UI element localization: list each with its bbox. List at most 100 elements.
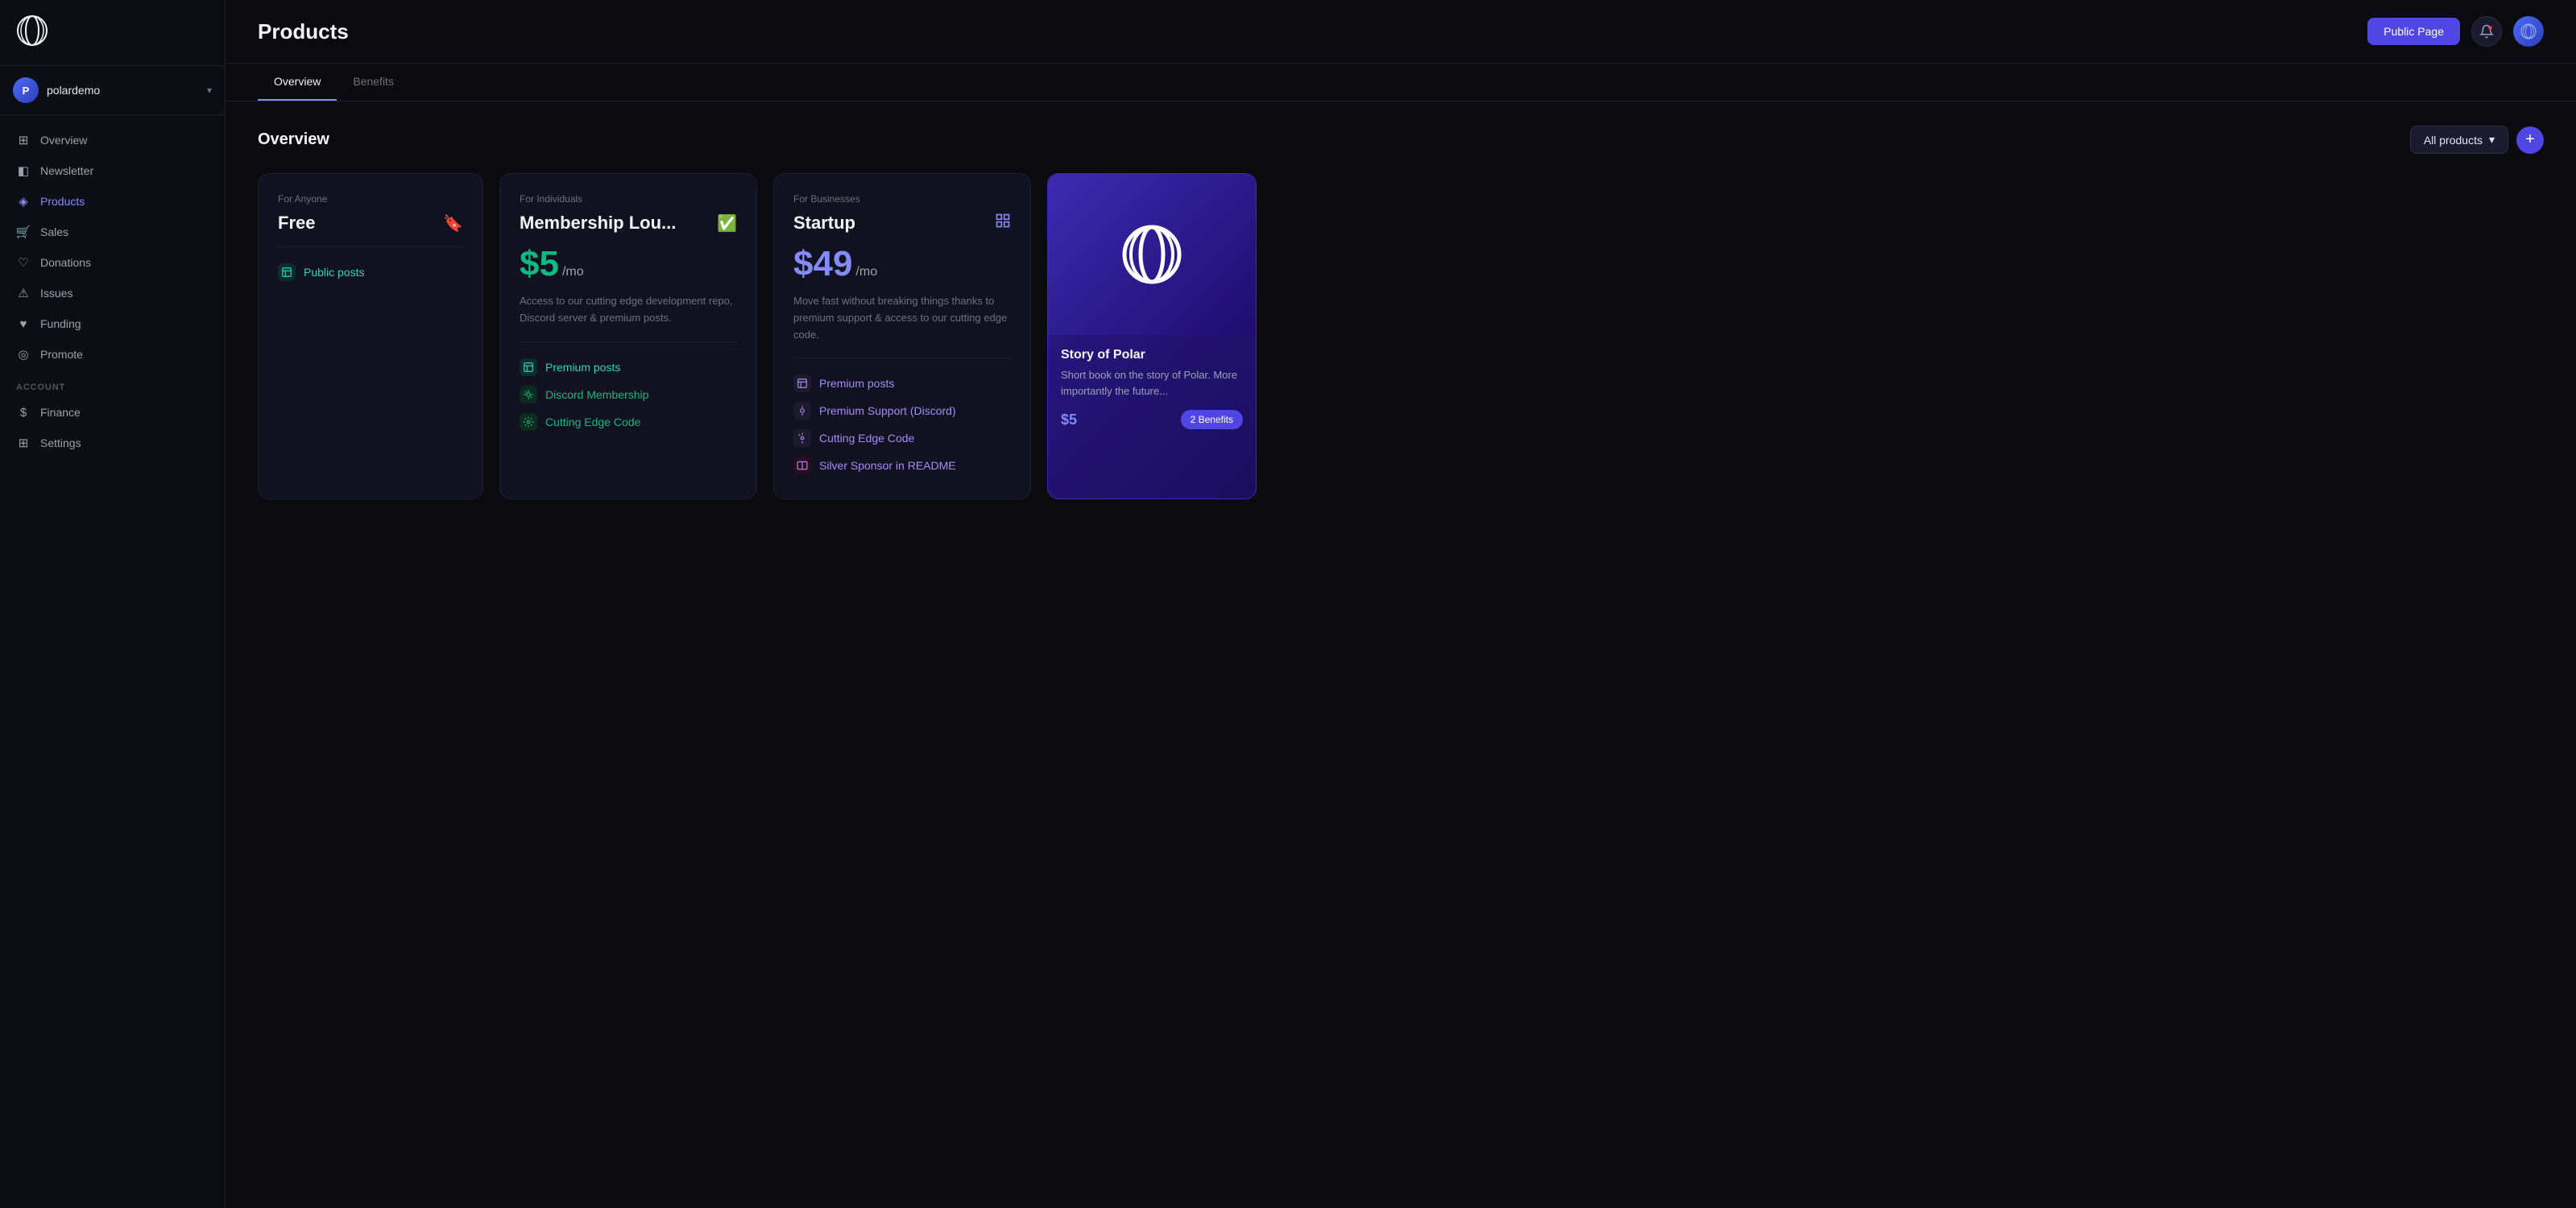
card-description-startup: Move fast without breaking things thanks… [793,293,1011,343]
story-price: $5 [1061,412,1077,428]
sidebar-item-label-funding: Funding [40,317,81,330]
benefit-icon-posts [278,263,296,281]
workspace-avatar: P [13,77,39,103]
benefit-icon-sponsor [793,457,811,474]
card-label-startup: For Businesses [793,193,1011,205]
verified-icon: ✅ [717,213,737,234]
story-polar-logo-icon [1120,222,1184,287]
price-unit-membership: /mo [562,265,584,279]
issues-nav-icon: ⚠ [16,286,31,300]
card-title-row-free: Free 🔖 [278,213,463,234]
newsletter-nav-icon: ◧ [16,163,31,178]
overview-nav-icon: ⊞ [16,133,31,147]
products-grid: For Anyone Free 🔖 Public posts For Indiv… [258,173,2544,499]
price-startup: $49 [793,246,852,282]
sidebar-logo-area [0,0,225,66]
sidebar-item-issues[interactable]: ⚠ Issues [0,278,225,308]
benefit-cutting-edge-2: Cutting Edge Code [793,424,1011,452]
section-title: Overview [258,130,329,149]
benefit-discord-membership: Discord Membership [520,381,737,408]
workspace-selector[interactable]: P polardemo ▾ [0,66,225,115]
settings-nav-icon: ⊞ [16,436,31,450]
account-section-label: ACCOUNT [0,370,225,397]
benefit-label: Public posts [304,266,364,279]
sidebar-item-funding[interactable]: ♥ Funding [0,308,225,339]
sidebar-item-label-newsletter: Newsletter [40,164,93,177]
sidebar-item-label-overview: Overview [40,134,87,147]
benefit-icon-prempost [520,358,537,376]
promote-nav-icon: ◎ [16,347,31,362]
benefit-icon-support [793,402,811,420]
sidebar-item-label-settings: Settings [40,436,81,449]
sidebar-item-finance[interactable]: $ Finance [0,397,225,428]
donations-nav-icon: ♡ [16,255,31,270]
main-content: Products Public Page OverviewBenefits [226,0,2576,1208]
sidebar-item-settings[interactable]: ⊞ Settings [0,428,225,458]
tab-benefits[interactable]: Benefits [337,64,410,101]
benefit-label-discord: Discord Membership [545,388,648,401]
price-membership: $5 [520,246,559,282]
sidebar-item-newsletter[interactable]: ◧ Newsletter [0,155,225,186]
user-avatar-button[interactable] [2513,16,2544,47]
benefit-public-posts: Public posts [278,259,463,286]
sidebar-item-promote[interactable]: ◎ Promote [0,339,225,370]
benefit-silver-sponsor: Silver Sponsor in README [793,452,1011,479]
benefit-premium-support: Premium Support (Discord) [793,397,1011,424]
card-title-row-membership: Membership Lou... ✅ [520,213,737,234]
benefit-cutting-edge-1: Cutting Edge Code [520,408,737,436]
sidebar-item-label-issues: Issues [40,287,72,300]
bell-icon [2479,24,2494,39]
header-actions: Public Page [2367,16,2544,47]
sidebar: P polardemo ▾ ⊞ Overview ◧ Newsletter ◈ … [0,0,226,1208]
price-row-membership: $5 /mo [520,246,737,282]
bookmark-icon: 🔖 [443,213,463,234]
story-card-footer: $5 2 Benefits [1061,410,1243,429]
product-card-story: Story of Polar Short book on the story o… [1047,173,1257,499]
product-card-free: For Anyone Free 🔖 Public posts [258,173,483,499]
grid-icon [995,213,1011,234]
filter-row: All products ▾ + [2410,126,2544,154]
benefit-label-startup-2: Premium Support (Discord) [819,404,956,417]
funding-nav-icon: ♥ [16,316,31,331]
sidebar-item-overview[interactable]: ⊞ Overview [0,125,225,155]
benefit-label-startup-4: Silver Sponsor in README [819,459,956,472]
products-nav-icon: ◈ [16,194,31,209]
product-card-startup: For Businesses Startup $49 /mo Move fast… [773,173,1031,499]
price-row-startup: $49 /mo [793,246,1011,282]
content-area: Overview All products ▾ + For Anyone Fre… [226,101,2576,1208]
sidebar-item-label-donations: Donations [40,256,91,269]
benefit-label-startup-3: Cutting Edge Code [819,432,914,445]
benefit-label-startup-1: Premium posts [819,377,894,390]
sidebar-item-donations[interactable]: ♡ Donations [0,247,225,278]
story-card-title: Story of Polar [1061,348,1243,362]
story-card-description: Short book on the story of Polar. More i… [1061,367,1243,399]
benefit-icon-discord [520,386,537,403]
benefit-icon-code-1 [520,413,537,431]
price-unit-startup: /mo [855,265,877,279]
sidebar-item-sales[interactable]: 🛒 Sales [0,217,225,247]
public-page-button[interactable]: Public Page [2367,18,2460,45]
story-card-body: Story of Polar Short book on the story o… [1048,335,1256,442]
filter-chevron-icon: ▾ [2489,133,2495,147]
sidebar-item-label-products: Products [40,195,85,208]
add-product-button[interactable]: + [2516,126,2544,154]
polar-logo-icon [16,14,48,47]
card-description-membership: Access to our cutting edge development r… [520,293,737,327]
all-products-filter[interactable]: All products ▾ [2410,126,2508,154]
sidebar-item-products[interactable]: ◈ Products [0,186,225,217]
card-title-free: Free [278,213,315,234]
page-title: Products [258,19,349,44]
section-header: Overview All products ▾ + [258,126,2544,154]
benefit-label-1: Premium posts [545,361,620,374]
benefit-icon-prempost-2 [793,374,811,392]
card-label-membership: For Individuals [520,193,737,205]
card-title-startup: Startup [793,213,855,234]
product-card-membership: For Individuals Membership Lou... ✅ $5 /… [499,173,757,499]
card-label-free: For Anyone [278,193,463,205]
tab-overview[interactable]: Overview [258,64,337,101]
benefit-label-code-1: Cutting Edge Code [545,416,640,428]
benefits-badge[interactable]: 2 Benefits [1181,410,1243,429]
sidebar-item-label-sales: Sales [40,225,68,238]
notifications-button[interactable] [2471,16,2502,47]
user-avatar-icon [2520,23,2537,39]
